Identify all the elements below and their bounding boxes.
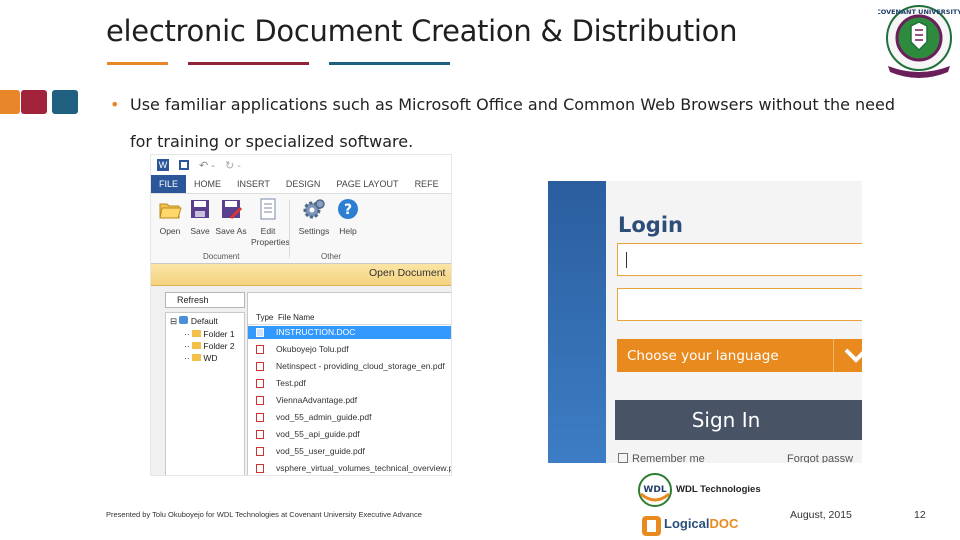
tab-insert[interactable]: INSERT (229, 175, 278, 193)
bullet-dot: • (110, 95, 120, 114)
forgot-password-link[interactable]: Forgot passw (787, 453, 853, 463)
title-rule-orange (107, 62, 168, 65)
ribbon-separator (289, 200, 290, 258)
help-label: Help (339, 226, 357, 236)
pdf-icon (256, 379, 264, 388)
remember-me-checkbox[interactable]: Remember me (618, 453, 705, 463)
tree-node-folder-1[interactable]: ·· Folder 1 (184, 329, 235, 339)
undo-icon[interactable]: ↶ - (199, 159, 215, 172)
edit-properties-button[interactable]: Edit Properties (251, 198, 290, 248)
accent-square-teal (52, 90, 78, 114)
pdf-icon (256, 430, 264, 439)
sign-in-button[interactable]: Sign In (615, 400, 862, 440)
help-icon: ? (338, 199, 358, 219)
file-list: Type File Name INSTRUCTION.DOC Okuboyejo… (247, 292, 451, 475)
file-row[interactable]: vod_55_user_guide.pdf (248, 445, 451, 458)
group-document-label: Document (203, 252, 240, 261)
file-row[interactable]: INSTRUCTION.DOC (248, 326, 451, 339)
file-row[interactable]: Test.pdf (248, 377, 451, 390)
accent-square-maroon (21, 90, 47, 114)
logicaldoc-text: LogicalDOC (664, 516, 739, 531)
save-button[interactable]: Save (183, 198, 217, 237)
page-number: 12 (914, 509, 926, 521)
document-icon (256, 328, 264, 337)
settings-button[interactable]: Settings (297, 198, 331, 237)
checkbox-icon (618, 453, 628, 463)
pdf-icon (256, 362, 264, 371)
file-row[interactable]: vod_55_admin_guide.pdf (248, 411, 451, 424)
language-select[interactable]: Choose your language (617, 339, 862, 372)
covenant-university-logo: COVENANT UNIVERSITY (878, 5, 960, 78)
open-document-dialog: Open Document Refresh ⊟ Default ·· Folde… (151, 263, 451, 475)
properties-icon (260, 198, 276, 220)
tab-file[interactable]: FILE (151, 175, 187, 193)
language-select-label: Choose your language (627, 348, 779, 364)
word-addin-screenshot: W ↶ - ↻ - FILE HOME INSERT DESIGN PAGE L… (150, 154, 452, 476)
tab-design[interactable]: DESIGN (278, 175, 329, 193)
svg-text:?: ? (344, 202, 352, 218)
redo-icon[interactable]: ↻ - (225, 159, 241, 172)
gear-icon (303, 199, 325, 219)
dialog-title: Open Document (369, 267, 446, 279)
slide-title: electronic Document Creation & Distribut… (106, 14, 738, 48)
bullet-text: Use familiar applications such as Micros… (130, 95, 896, 151)
slide-date: August, 2015 (790, 509, 852, 521)
web-login-screenshot: Login Choose your language Sign In Remem… (548, 181, 862, 463)
save-icon[interactable] (179, 160, 189, 170)
pdf-icon (256, 345, 264, 354)
tab-home[interactable]: HOME (186, 175, 229, 193)
text-caret (626, 252, 627, 268)
settings-label: Settings (298, 226, 330, 236)
file-row[interactable]: ViennaAdvantage.pdf (248, 394, 451, 407)
svg-text:COVENANT UNIVERSITY: COVENANT UNIVERSITY (878, 8, 960, 16)
tree-node-folder-2[interactable]: ·· Folder 2 (184, 341, 235, 351)
file-row[interactable]: vod_55_api_guide.pdf (248, 428, 451, 441)
pdf-icon (256, 396, 264, 405)
ribbon: Open Save Save As Edit Properties Settin… (151, 194, 451, 265)
pdf-icon (256, 447, 264, 456)
help-button[interactable]: ? Help (331, 198, 365, 237)
tab-page-layout[interactable]: PAGE LAYOUT (328, 175, 406, 193)
file-row[interactable]: Netinspect - providing_cloud_storage_en.… (248, 360, 451, 373)
svg-text:WDL: WDL (643, 485, 666, 495)
pdf-icon (256, 464, 264, 473)
title-rule-maroon (188, 62, 309, 65)
username-input[interactable] (617, 243, 862, 276)
chevron-down-icon (833, 339, 862, 372)
save-as-button[interactable]: Save As (214, 198, 248, 237)
word-icon[interactable]: W (157, 159, 169, 171)
wdl-technologies-text: WDL Technologies (676, 484, 761, 495)
save-label: Save (190, 226, 210, 236)
tab-references[interactable]: REFE (407, 175, 447, 193)
save-as-label: Save As (215, 226, 247, 236)
quick-access-toolbar: W ↶ - ↻ - (151, 155, 451, 175)
refresh-button[interactable]: Refresh (165, 292, 245, 308)
folder-tree: ⊟ Default ·· Folder 1 ·· Folder 2 ·· WD (165, 312, 245, 475)
edit-properties-label: Edit Properties (251, 226, 290, 247)
bullet-point: • Use familiar applications such as Micr… (110, 86, 920, 160)
tree-node-default[interactable]: ⊟ Default (170, 316, 218, 327)
file-row[interactable]: vsphere_virtual_volumes_technical_overvi… (248, 462, 451, 475)
save-as-icon (222, 200, 243, 220)
file-row[interactable]: Okuboyejo Tolu.pdf (248, 343, 451, 356)
login-title: Login (618, 213, 683, 237)
pdf-icon (256, 413, 264, 422)
folder-open-icon (159, 203, 182, 219)
accent-square-orange (0, 90, 20, 114)
slide-footer: Presented by Tolu Okuboyejo for WDL Tech… (106, 510, 422, 519)
ribbon-tabs: FILE HOME INSERT DESIGN PAGE LAYOUT REFE (151, 175, 451, 194)
login-background-panel (548, 181, 606, 463)
save-icon (191, 200, 209, 218)
title-rule-teal (329, 62, 450, 65)
header-type[interactable]: Type (256, 313, 273, 322)
open-label: Open (159, 226, 181, 236)
open-button[interactable]: Open (153, 198, 187, 237)
password-input[interactable] (617, 288, 862, 321)
file-list-header: Type File Name (248, 312, 451, 325)
tree-node-wd[interactable]: ·· WD (184, 353, 218, 363)
group-other-label: Other (321, 252, 342, 261)
header-file-name[interactable]: File Name (278, 313, 314, 322)
